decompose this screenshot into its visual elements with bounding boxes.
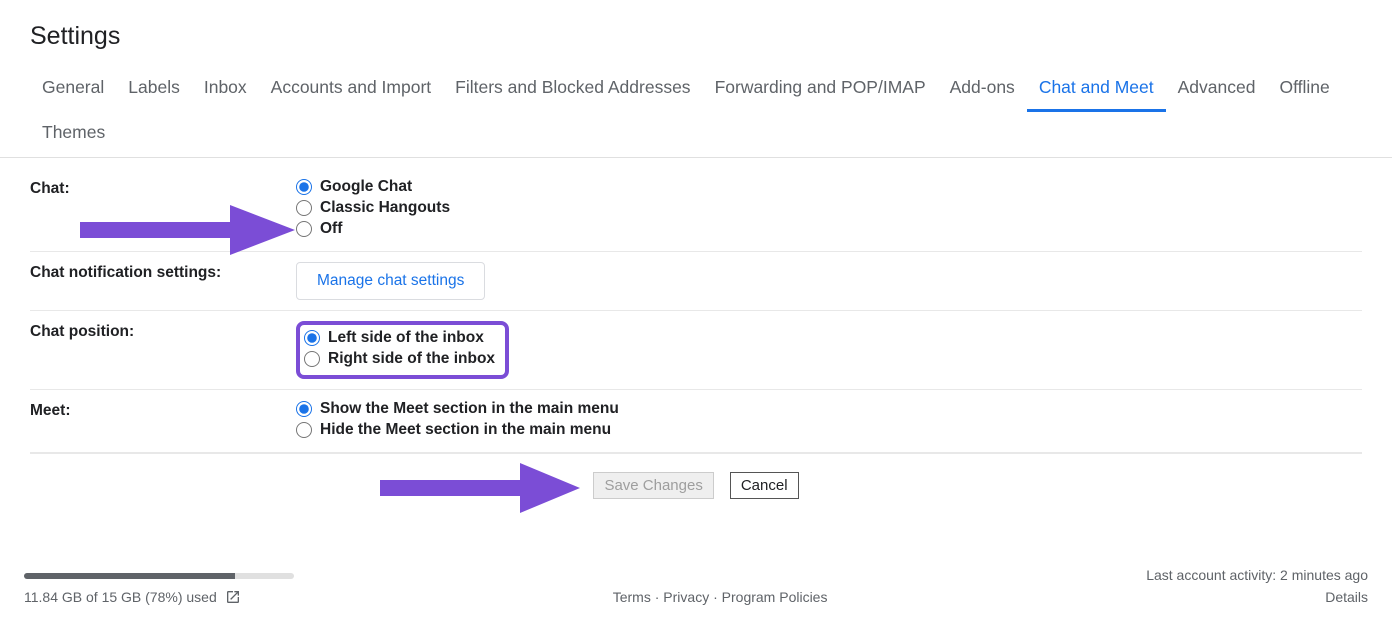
tab-themes[interactable]: Themes xyxy=(30,112,117,157)
radio-right-side[interactable] xyxy=(304,351,320,367)
footer-left: 11.84 GB of 15 GB (78%) used xyxy=(24,573,294,605)
tab-forwarding[interactable]: Forwarding and POP/IMAP xyxy=(703,67,938,112)
last-activity-text: Last account activity: 2 minutes ago xyxy=(1146,567,1368,583)
footer-center: Terms · Privacy · Program Policies xyxy=(613,589,828,605)
radio-right-side-label[interactable]: Right side of the inbox xyxy=(328,350,495,368)
save-changes-button[interactable]: Save Changes xyxy=(593,472,713,499)
storage-text: 11.84 GB of 15 GB (78%) used xyxy=(24,589,217,605)
tab-inbox[interactable]: Inbox xyxy=(192,67,259,112)
storage-bar xyxy=(24,573,294,579)
annotation-arrow-icon xyxy=(380,458,580,518)
tab-labels[interactable]: Labels xyxy=(116,67,192,112)
open-in-new-icon[interactable] xyxy=(225,589,241,605)
meet-row: Meet: Show the Meet section in the main … xyxy=(30,390,1362,453)
chat-position-label: Chat position: xyxy=(30,321,296,341)
radio-show-meet-label[interactable]: Show the Meet section in the main menu xyxy=(320,400,619,418)
page-title: Settings xyxy=(0,0,1392,67)
chat-label: Chat: xyxy=(30,178,296,198)
tab-filters[interactable]: Filters and Blocked Addresses xyxy=(443,67,702,112)
action-buttons: Save Changes Cancel xyxy=(30,453,1362,529)
tab-chat-and-meet[interactable]: Chat and Meet xyxy=(1027,67,1166,112)
annotation-arrow-icon xyxy=(80,200,300,260)
tab-accounts[interactable]: Accounts and Import xyxy=(259,67,444,112)
tab-general[interactable]: General xyxy=(30,67,116,112)
tab-addons[interactable]: Add-ons xyxy=(938,67,1027,112)
meet-label: Meet: xyxy=(30,400,296,420)
radio-left-side-label[interactable]: Left side of the inbox xyxy=(328,329,484,347)
storage-fill xyxy=(24,573,235,579)
details-link[interactable]: Details xyxy=(1325,589,1368,605)
privacy-link[interactable]: Privacy xyxy=(663,589,709,605)
radio-chat-off-label[interactable]: Off xyxy=(320,220,342,238)
chat-notification-label: Chat notification settings: xyxy=(30,262,296,282)
annotation-highlight-box: Left side of the inbox Right side of the… xyxy=(296,321,509,379)
cancel-button[interactable]: Cancel xyxy=(730,472,799,499)
radio-show-meet[interactable] xyxy=(296,401,312,417)
radio-left-side[interactable] xyxy=(304,330,320,346)
tab-advanced[interactable]: Advanced xyxy=(1166,67,1268,112)
footer-right: Last account activity: 2 minutes ago Det… xyxy=(1146,567,1368,605)
radio-hide-meet[interactable] xyxy=(296,422,312,438)
radio-classic-hangouts-label[interactable]: Classic Hangouts xyxy=(320,199,450,217)
chat-position-row: Chat position: Left side of the inbox Ri… xyxy=(30,311,1362,390)
terms-link[interactable]: Terms xyxy=(613,589,651,605)
radio-hide-meet-label[interactable]: Hide the Meet section in the main menu xyxy=(320,421,611,439)
tab-offline[interactable]: Offline xyxy=(1267,67,1341,112)
chat-notification-row: Chat notification settings: Manage chat … xyxy=(30,252,1362,311)
footer: 11.84 GB of 15 GB (78%) used Terms · Pri… xyxy=(0,567,1392,605)
radio-google-chat[interactable] xyxy=(296,179,312,195)
radio-google-chat-label[interactable]: Google Chat xyxy=(320,178,412,196)
manage-chat-settings-button[interactable]: Manage chat settings xyxy=(296,262,485,300)
settings-tabs: General Labels Inbox Accounts and Import… xyxy=(0,67,1392,158)
program-policies-link[interactable]: Program Policies xyxy=(722,589,828,605)
